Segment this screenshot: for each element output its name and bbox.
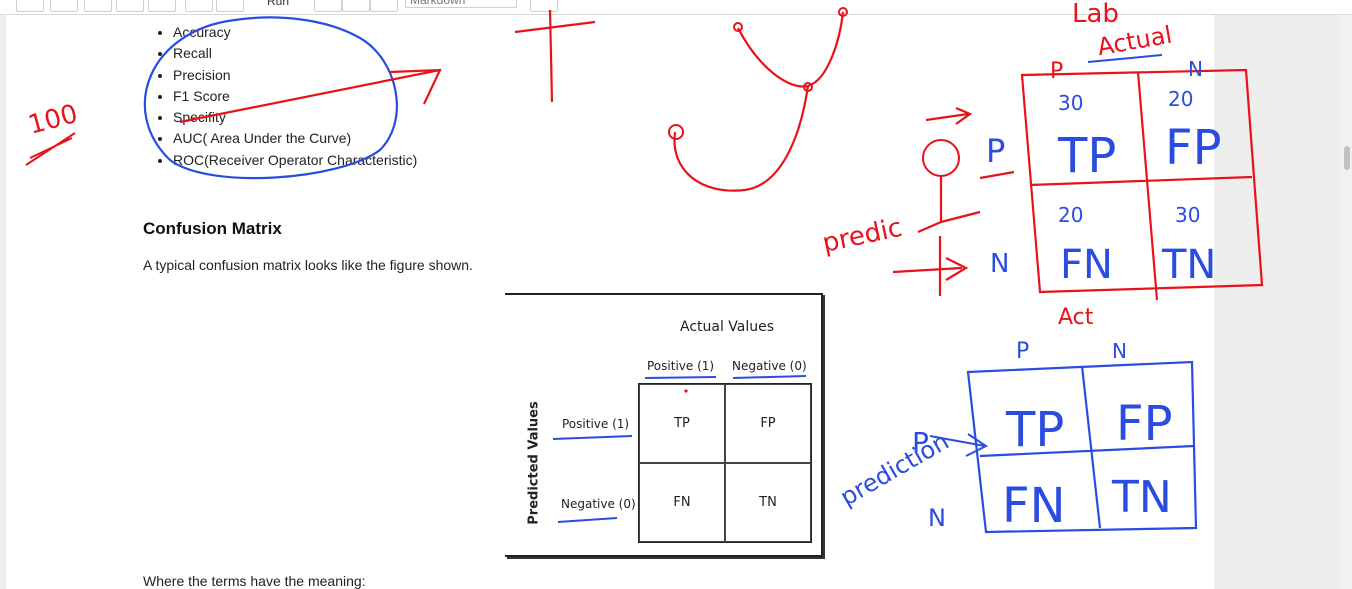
confusion-matrix-grid: TP FP FN TN xyxy=(638,383,812,543)
cut-icon[interactable] xyxy=(84,0,112,12)
list-item: Accuracy xyxy=(173,22,417,43)
copy-icon[interactable] xyxy=(116,0,144,12)
list-item: Recall xyxy=(173,43,417,64)
list-item: ROC(Receiver Operator Characteristic) xyxy=(173,150,417,171)
list-item: AUC( Area Under the Curve) xyxy=(173,128,417,149)
run-button[interactable]: Run xyxy=(248,0,308,10)
column-negative-label: Negative (0) xyxy=(732,359,807,373)
move-up-icon[interactable] xyxy=(185,0,213,12)
cell-fn: FN xyxy=(639,463,725,542)
save-icon[interactable] xyxy=(16,0,44,12)
cell-fp: FP xyxy=(725,384,811,463)
metrics-list: Accuracy Recall Precision F1 Score Speci… xyxy=(155,22,417,171)
terms-intro: Where the terms have the meaning: xyxy=(143,573,366,589)
paste-icon[interactable] xyxy=(148,0,176,12)
scrollbar[interactable] xyxy=(1340,15,1352,589)
fast-forward-icon[interactable] xyxy=(370,0,398,12)
row-positive-label: Positive (1) xyxy=(562,417,630,431)
cell-tn: TN xyxy=(725,463,811,542)
section-title: Confusion Matrix xyxy=(143,219,282,238)
restart-icon[interactable] xyxy=(342,0,370,12)
column-positive-label: Positive (1) xyxy=(647,359,715,373)
cell-type-select[interactable]: Markdown xyxy=(405,0,517,8)
notebook-toolbar: Run Markdown xyxy=(0,0,1352,15)
list-item: Specifity xyxy=(173,107,417,128)
list-item: Precision xyxy=(173,65,417,86)
move-down-icon[interactable] xyxy=(216,0,244,12)
add-cell-icon[interactable] xyxy=(50,0,78,12)
command-palette-icon[interactable] xyxy=(530,0,558,12)
section-description: A typical confusion matrix looks like th… xyxy=(143,257,473,273)
scrollbar-thumb[interactable] xyxy=(1344,146,1350,170)
cell-tp: TP xyxy=(639,384,725,463)
row-negative-label: Negative (0) xyxy=(561,497,636,511)
predicted-values-label: Predicted Values xyxy=(526,401,542,525)
list-item: F1 Score xyxy=(173,86,417,107)
actual-values-label: Actual Values xyxy=(680,319,775,335)
stop-icon[interactable] xyxy=(314,0,342,12)
